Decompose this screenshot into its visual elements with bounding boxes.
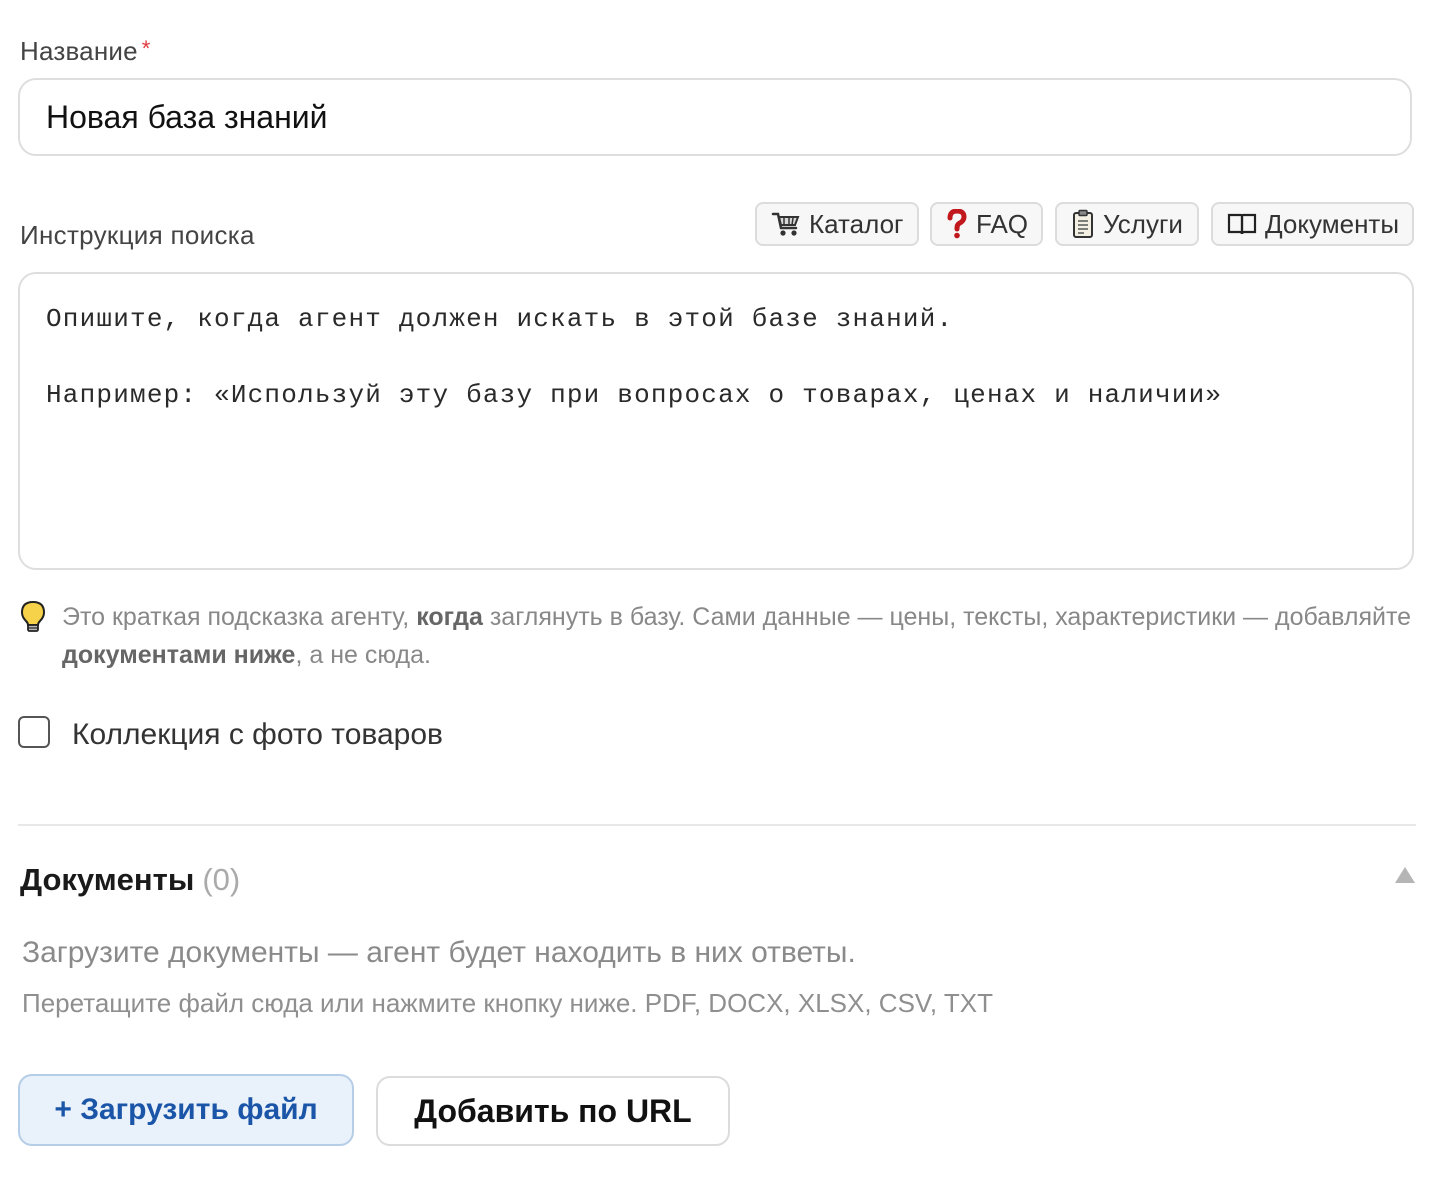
search-instruction-label: Инструкция поиска bbox=[20, 220, 255, 250]
template-catalog-button[interactable]: Каталог bbox=[755, 202, 919, 246]
hint-bold-documents: документами ниже bbox=[62, 641, 296, 669]
collapse-triangle-icon[interactable] bbox=[1394, 866, 1416, 889]
shopping-cart-icon bbox=[771, 210, 801, 238]
name-field-label: Название * bbox=[20, 36, 151, 66]
required-mark: * bbox=[141, 36, 151, 61]
search-instruction-textarea[interactable] bbox=[18, 272, 1414, 570]
photo-collection-checkbox[interactable] bbox=[18, 716, 50, 748]
clipboard-icon bbox=[1071, 209, 1095, 239]
add-by-url-button[interactable]: Добавить по URL bbox=[376, 1076, 730, 1146]
documents-formats-hint: Перетащите файл сюда или нажмите кнопку … bbox=[22, 988, 993, 1018]
template-faq-label: FAQ bbox=[976, 208, 1029, 239]
template-documents-button[interactable]: Документы bbox=[1211, 202, 1414, 246]
template-faq-button[interactable]: FAQ bbox=[930, 202, 1043, 246]
name-input[interactable] bbox=[18, 78, 1412, 156]
template-services-label: Услуги bbox=[1103, 208, 1183, 239]
template-documents-label: Документы bbox=[1265, 208, 1400, 239]
documents-section-title: Документы (0) bbox=[20, 862, 241, 897]
template-services-button[interactable]: Услуги bbox=[1055, 202, 1199, 246]
template-catalog-label: Каталог bbox=[809, 208, 904, 239]
book-icon bbox=[1227, 211, 1257, 237]
documents-count: (0) bbox=[202, 862, 241, 897]
question-mark-icon bbox=[946, 209, 968, 239]
hint-bold-when: когда bbox=[416, 603, 483, 631]
upload-file-button[interactable]: + Загрузить файл bbox=[18, 1074, 354, 1146]
section-divider bbox=[18, 824, 1416, 826]
photo-collection-label[interactable]: Коллекция с фото товаров bbox=[72, 718, 443, 752]
lightbulb-icon bbox=[20, 600, 48, 674]
hint-text: Это краткая подсказка агенту, когда загл… bbox=[20, 598, 1420, 674]
documents-description: Загрузите документы — агент будет находи… bbox=[22, 936, 856, 969]
